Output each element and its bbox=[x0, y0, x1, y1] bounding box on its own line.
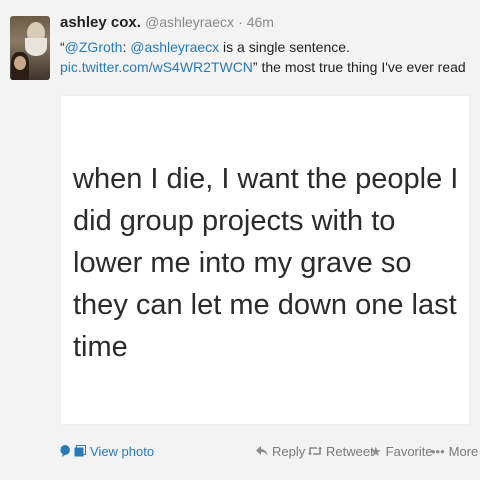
retweet-label: Retweet bbox=[326, 444, 374, 459]
text-body-1: is a single sentence. bbox=[219, 39, 350, 55]
favorite-button[interactable]: ★ Favorite bbox=[370, 444, 433, 459]
photo-caption-text: when I die, I want the people I did grou… bbox=[73, 163, 459, 363]
conversation-icon bbox=[60, 444, 70, 459]
author-handle[interactable]: @ashleyraecx bbox=[145, 14, 234, 30]
tweet: ashley cox. @ashleyraecx · 46m “@ZGroth:… bbox=[0, 0, 480, 480]
photo-icon bbox=[74, 444, 86, 459]
attached-photo[interactable]: when I die, I want the people I did grou… bbox=[60, 95, 470, 425]
mention-zgroth[interactable]: @ZGroth bbox=[65, 39, 123, 55]
ellipsis-icon: ••• bbox=[431, 444, 445, 459]
retweet-button[interactable]: Retweet bbox=[308, 444, 374, 459]
photo-link[interactable]: pic.twitter.com/wS4WR2TWCN bbox=[60, 59, 253, 75]
timestamp[interactable]: · 46m bbox=[238, 14, 274, 30]
star-icon: ★ bbox=[370, 444, 382, 459]
author-name[interactable]: ashley cox. bbox=[60, 14, 141, 31]
tweet-header: ashley cox. @ashleyraecx · 46m bbox=[60, 14, 274, 31]
favorite-label: Favorite bbox=[385, 444, 433, 459]
view-photo-button[interactable]: View photo bbox=[60, 444, 154, 459]
avatar-face-secondary bbox=[14, 56, 26, 70]
reply-icon bbox=[256, 445, 268, 458]
reply-label: Reply bbox=[272, 444, 306, 459]
reply-button[interactable]: Reply bbox=[256, 444, 305, 459]
tweet-text: “@ZGroth: @ashleyraecx is a single sente… bbox=[60, 37, 470, 77]
avatar[interactable] bbox=[10, 16, 50, 80]
retweet-icon bbox=[308, 445, 322, 458]
avatar-beard bbox=[25, 38, 47, 56]
more-label: More bbox=[448, 444, 479, 459]
tweet-actions: View photo Reply Retweet ★ Favorite ••• … bbox=[60, 444, 478, 464]
mention-ashleyraecx[interactable]: @ashleyraecx bbox=[130, 39, 219, 55]
view-photo-label: View photo bbox=[90, 444, 155, 459]
more-button[interactable]: ••• More bbox=[431, 444, 478, 459]
text-body-2: ” the most true thing I've ever read bbox=[252, 59, 466, 75]
